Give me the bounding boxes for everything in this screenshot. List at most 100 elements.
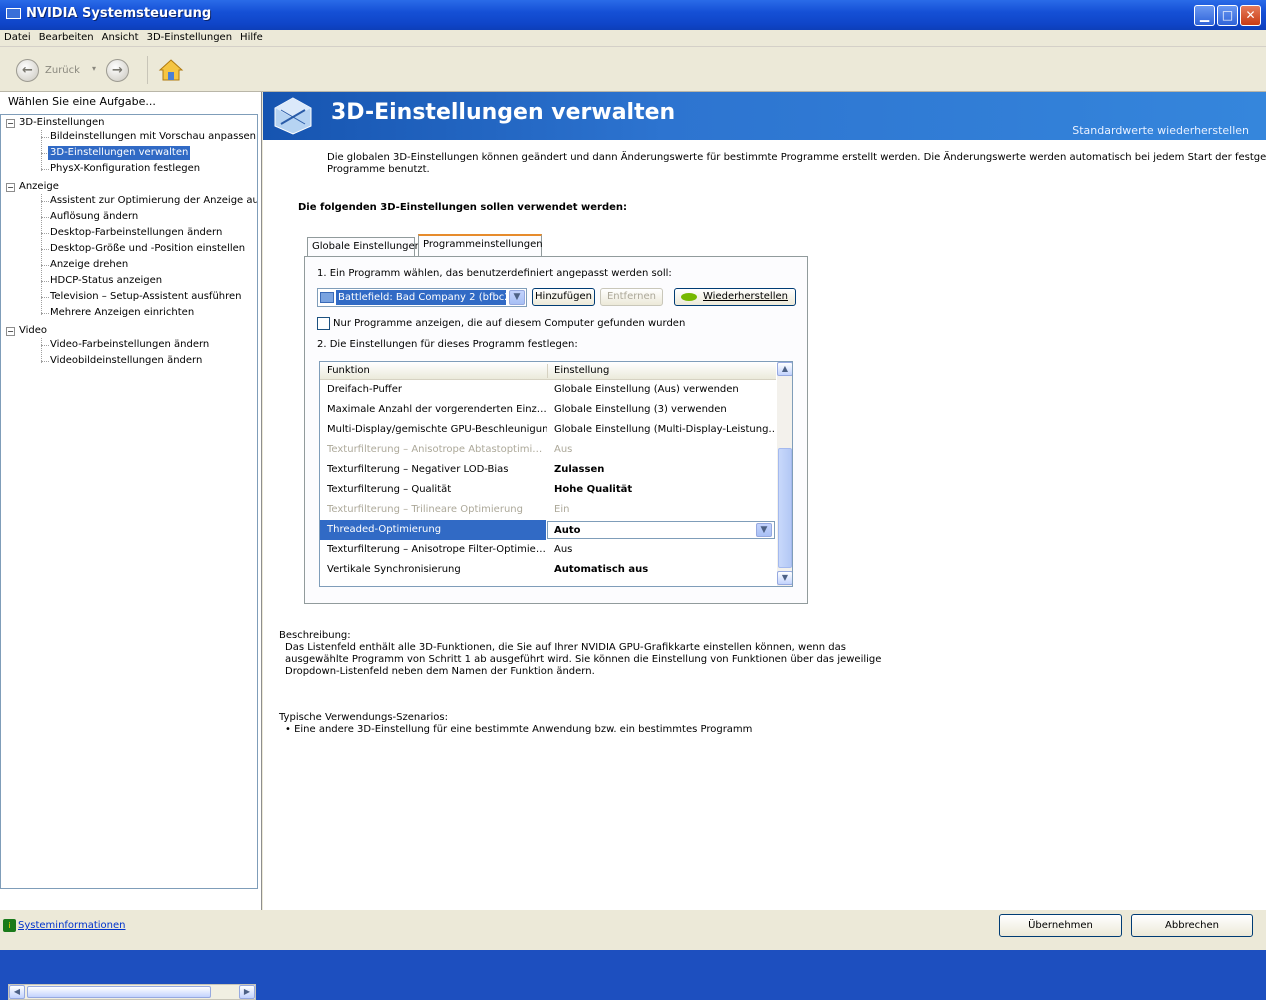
column-header-function[interactable]: Funktion (327, 365, 370, 376)
back-arrow-icon[interactable]: ← (16, 59, 39, 82)
tree-item-rotate[interactable]: Anzeige drehen (50, 258, 128, 272)
scroll-thumb[interactable] (778, 448, 792, 568)
table-row[interactable]: Texturfilterung – Negativer LOD-Bias Zula… (320, 460, 776, 480)
scroll-up-icon[interactable]: ▲ (777, 362, 792, 376)
row-setting-dropdown[interactable]: Auto (547, 521, 775, 539)
row-function: Texturfilterung – Qualität (327, 484, 452, 495)
tree-group-display[interactable]: Anzeige (19, 180, 59, 194)
app-window: NVIDIA Systemsteuerung ▁ □ ✕ Datei Bearbe… (0, 0, 1266, 1000)
task-pane: Wählen Sie eine Aufgabe... − 3D-Einstell… (0, 92, 262, 1000)
row-function: Dreifach-Puffer (327, 384, 402, 395)
chevron-down-icon[interactable]: ▼ (509, 290, 525, 305)
table-row[interactable]: Texturfilterung – Trilineare Optimierung… (320, 500, 776, 520)
forward-arrow-icon[interactable]: → (106, 59, 129, 82)
remove-program-button[interactable]: Entfernen (600, 288, 663, 306)
tree-item-display-wizard[interactable]: Assistent zur Optimierung der Anzeige au… (50, 194, 257, 208)
tree-item-hdcp[interactable]: HDCP-Status anzeigen (50, 274, 162, 288)
back-label[interactable]: Zurück (45, 65, 80, 76)
system-info-link[interactable]: Systeminformationen (18, 920, 126, 931)
program-settings-panel: 1. Ein Programm wählen, das benutzerdefi… (304, 256, 808, 604)
table-row[interactable]: Texturfilterung – Anisotrope Filter-Opti… (320, 540, 776, 560)
collapse-icon[interactable]: − (6, 327, 15, 336)
tree-item-video-color[interactable]: Video-Farbeinstellungen ändern (50, 338, 209, 352)
cancel-button[interactable]: Abbrechen (1131, 914, 1253, 937)
row-setting: Globale Einstellung (3) verwenden (554, 404, 727, 415)
tree-item-video-image[interactable]: Videobildeinstellungen ändern (50, 354, 202, 368)
tree-item-manage-3d[interactable]: 3D-Einstellungen verwalten (48, 146, 191, 160)
program-icon (320, 292, 334, 303)
horizontal-scrollbar[interactable]: ◀ ▶ (8, 984, 256, 1000)
row-setting: Hohe Qualität (554, 484, 633, 495)
program-select[interactable]: Battlefield: Bad Company 2 (bfbc2 ▼ (317, 288, 527, 307)
table-row[interactable]: Dreifach-Puffer Globale Einstellung (Aus)… (320, 380, 776, 400)
back-dropdown-icon[interactable]: ▾ (92, 64, 96, 73)
tab-global-settings[interactable]: Globale Einstellungen (307, 237, 421, 256)
menu-3d-settings[interactable]: 3D-Einstellungen (143, 30, 236, 43)
show-found-only-checkbox[interactable] (317, 317, 330, 330)
add-program-button[interactable]: Hinzufügen (532, 288, 595, 306)
settings-list: Funktion Einstellung Dreifach-Puffer Glob… (319, 361, 793, 587)
nvidia-icon (681, 293, 697, 301)
tree-group-3d-settings[interactable]: 3D-Einstellungen (19, 116, 104, 130)
step2-label: 2. Die Einstellungen für dieses Programm… (317, 339, 578, 350)
list-header: Funktion Einstellung (320, 362, 776, 380)
scroll-right-icon[interactable]: ▶ (239, 985, 255, 999)
section-heading: Die folgenden 3D-Einstellungen sollen ve… (298, 202, 628, 213)
column-header-setting[interactable]: Einstellung (554, 365, 609, 376)
menu-file[interactable]: Datei (0, 30, 35, 43)
scroll-thumb[interactable] (27, 986, 211, 998)
usage-label: Typische Verwendungs-Szenarios: (279, 712, 448, 723)
tree-item-television[interactable]: Television – Setup-Assistent ausführen (50, 290, 242, 304)
table-row[interactable]: Threaded-Optimierung Auto ▼ (320, 520, 776, 540)
row-function: Texturfilterung – Trilineare Optimierung (327, 504, 523, 515)
intro-line-1: Die globalen 3D-Einstellungen können geä… (327, 152, 1266, 163)
row-function: Texturfilterung – Anisotrope Abtastoptim… (327, 444, 543, 455)
restore-program-button[interactable]: Wiederherstellen (674, 288, 796, 306)
minimize-button[interactable]: ▁ (1194, 5, 1215, 26)
toolbar: ← Zurück ▾ → (0, 48, 1266, 92)
chevron-down-icon[interactable]: ▼ (756, 523, 772, 537)
tree-item-multi-display[interactable]: Mehrere Anzeigen einrichten (50, 306, 194, 320)
maximize-button[interactable]: □ (1217, 5, 1238, 26)
scroll-down-icon[interactable]: ▼ (777, 571, 792, 585)
restore-program-label: Wiederherstellen (703, 291, 788, 302)
table-row[interactable]: Texturfilterung – Anisotrope Abtastoptim… (320, 440, 776, 460)
content-pane: 3D-Einstellungen verwalten Standardwerte… (263, 92, 1266, 910)
table-row[interactable]: Texturfilterung – Qualität Hohe Qualität (320, 480, 776, 500)
tree-item-physx[interactable]: PhysX-Konfiguration festlegen (50, 162, 200, 176)
system-info-icon[interactable]: i (3, 919, 16, 932)
row-setting: Zulassen (554, 464, 605, 475)
title-bar[interactable]: NVIDIA Systemsteuerung ▁ □ ✕ (0, 0, 1266, 30)
page-banner: 3D-Einstellungen verwalten Standardwerte… (263, 92, 1266, 140)
row-setting: Aus (554, 444, 573, 455)
apply-button[interactable]: Übernehmen (999, 914, 1122, 937)
row-function: Texturfilterung – Anisotrope Filter-Opti… (327, 544, 546, 555)
tree-item-image-preview[interactable]: Bildeinstellungen mit Vorschau anpassen (50, 130, 256, 144)
table-row[interactable]: Vertikale Synchronisierung Automatisch au… (320, 560, 776, 580)
scroll-left-icon[interactable]: ◀ (9, 985, 25, 999)
toolbar-divider (147, 56, 148, 84)
tree-item-resolution[interactable]: Auflösung ändern (50, 210, 138, 224)
tree-group-video[interactable]: Video (19, 324, 47, 338)
restore-defaults-link[interactable]: Standardwerte wiederherstellen (1072, 124, 1249, 137)
menu-view[interactable]: Ansicht (98, 30, 143, 43)
vertical-scrollbar[interactable]: ▲ ▼ (777, 362, 792, 586)
task-tree: − 3D-Einstellungen Bildeinstellungen mit… (0, 114, 258, 889)
collapse-icon[interactable]: − (6, 183, 15, 192)
tree-item-desktop-color[interactable]: Desktop-Farbeinstellungen ändern (50, 226, 222, 240)
program-select-value: Battlefield: Bad Company 2 (bfbc2 (336, 290, 506, 305)
row-function: Vertikale Synchronisierung (327, 564, 461, 575)
description-line-2: ausgewählte Programm von Schritt 1 ab au… (285, 654, 882, 665)
usage-item: • Eine andere 3D-Einstellung für eine be… (285, 724, 753, 735)
show-found-only-label[interactable]: Nur Programme anzeigen, die auf diesem C… (333, 318, 685, 330)
close-button[interactable]: ✕ (1240, 5, 1261, 26)
tree-item-desktop-size[interactable]: Desktop-Größe und -Position einstellen (50, 242, 245, 256)
collapse-icon[interactable]: − (6, 119, 15, 128)
menu-edit[interactable]: Bearbeiten (35, 30, 98, 43)
tab-program-settings[interactable]: Programmeinstellungen (418, 234, 543, 256)
step1-label: 1. Ein Programm wählen, das benutzerdefi… (317, 268, 672, 279)
home-icon[interactable] (158, 58, 184, 82)
table-row[interactable]: Maximale Anzahl der vorgerenderten Einz…… (320, 400, 776, 420)
menu-help[interactable]: Hilfe (236, 30, 267, 43)
table-row[interactable]: Multi-Display/gemischte GPU-Beschleunigu… (320, 420, 776, 440)
